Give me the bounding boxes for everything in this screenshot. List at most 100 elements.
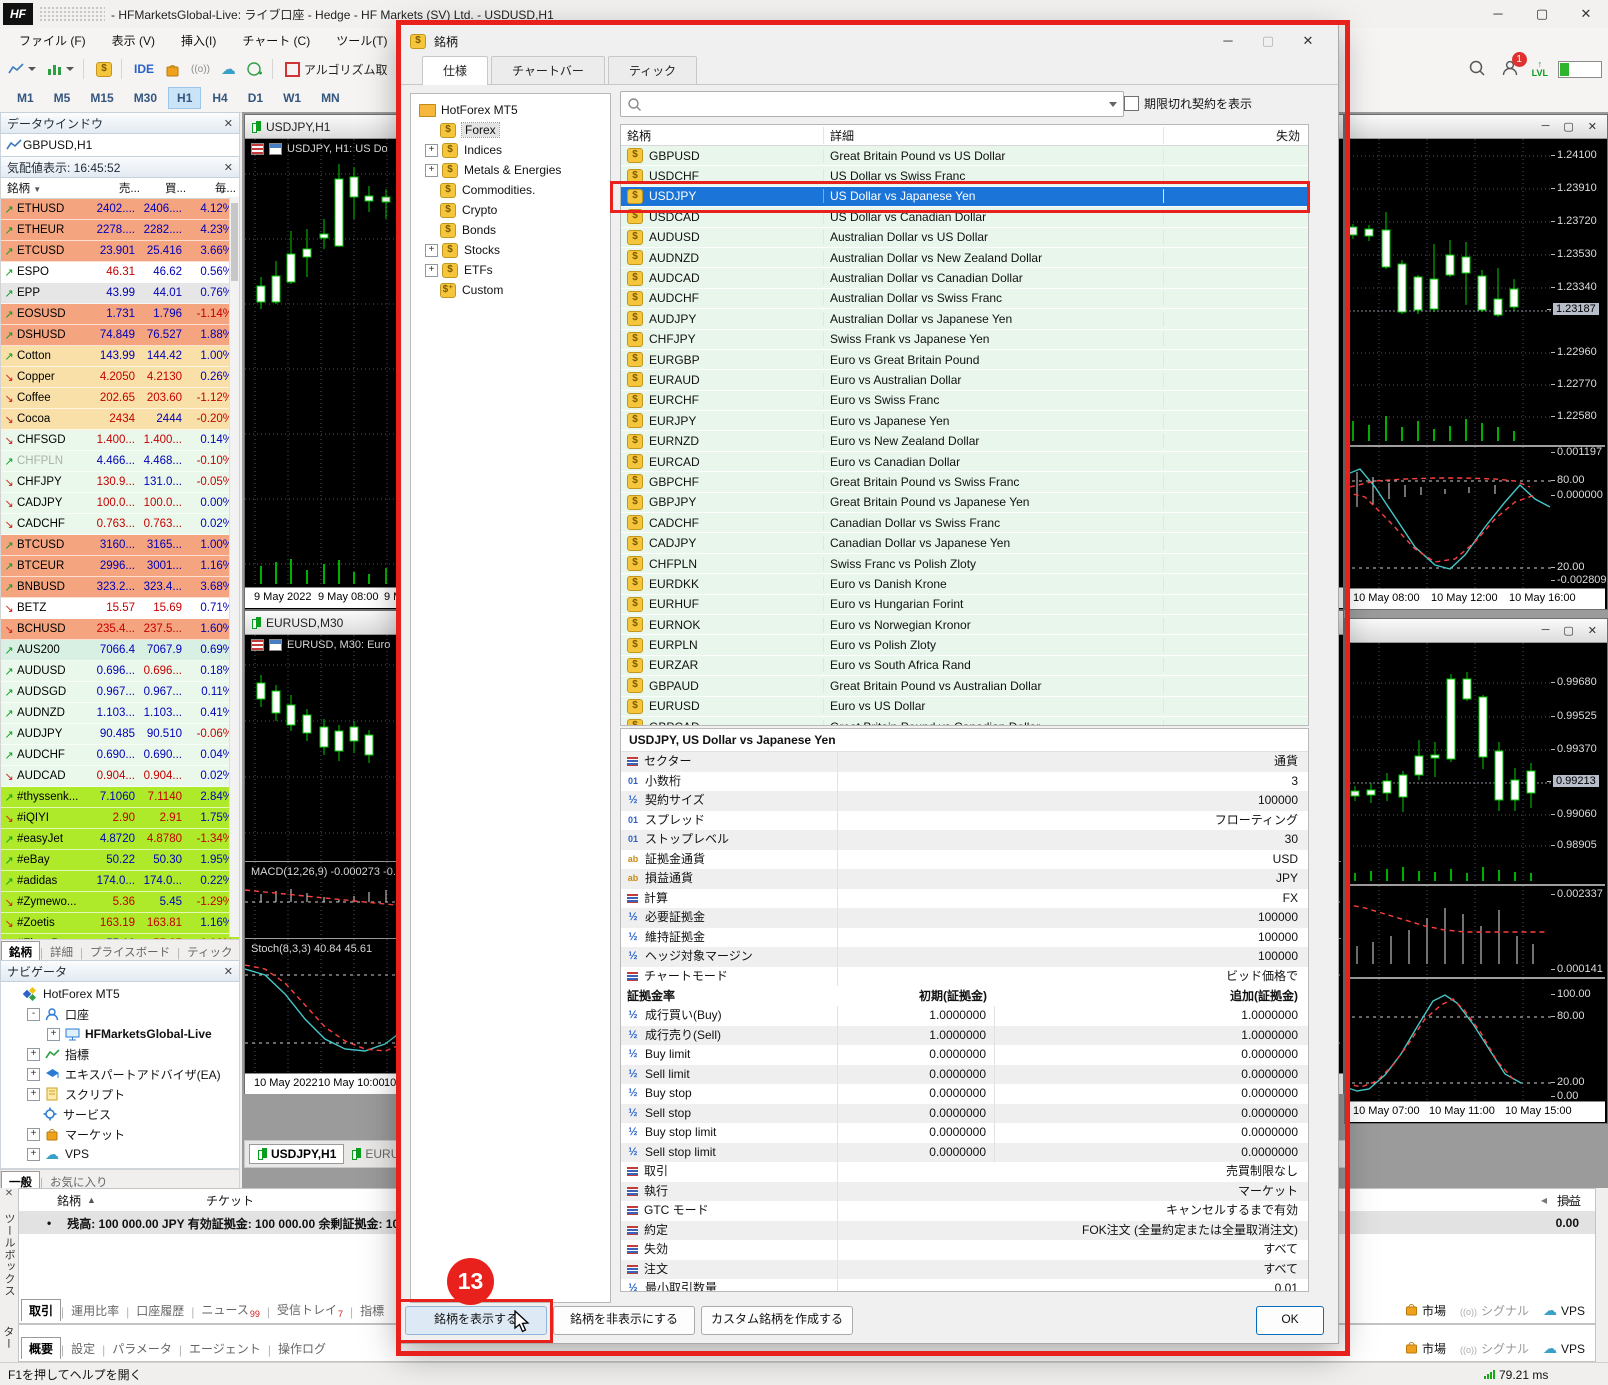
symbol-row-GBPCAD[interactable]: $GBPCADGreat Britain Pound vs Canadian D…: [621, 717, 1308, 726]
toolbox-tab-口座履歴[interactable]: 口座履歴: [129, 1300, 191, 1321]
search-icon[interactable]: [1468, 59, 1486, 80]
tree-root[interactable]: HotForex MT5: [411, 100, 610, 120]
spec-row-約定[interactable]: 約定FOK注文 (全量約定または全量取消注文): [621, 1221, 1308, 1241]
close-icon[interactable]: ✕: [1564, 1, 1608, 28]
market-watch-row-CADJPY[interactable]: ↘CADJPY100.0...100.0...0.00%: [1, 493, 239, 514]
market-watch-row-ESPO[interactable]: ↗ESPO46.3146.620.56%: [1, 262, 239, 283]
market-watch-row-AUDUSD[interactable]: ↗AUDUSD0.696...0.696...0.18%: [1, 661, 239, 682]
new-order-icon[interactable]: $: [92, 57, 116, 81]
symbol-row-CHFPLN[interactable]: $CHFPLNSwiss Franc vs Polish Zloty: [621, 554, 1308, 574]
symbol-row-AUDNZD[interactable]: $AUDNZDAustralian Dollar vs New Zealand …: [621, 248, 1308, 268]
chart-window-right-bottom-titlebar[interactable]: ─▢✕: [1345, 619, 1607, 643]
timeframe-m5[interactable]: M5: [45, 87, 80, 109]
market-watch-row-Coffee[interactable]: ↘Coffee202.65203.60-1.12%: [1, 388, 239, 409]
symbol-row-CADJPY[interactable]: $CADJPYCanadian Dollar vs Japanese Yen: [621, 533, 1308, 553]
dialog-tab-ティック[interactable]: ティック: [608, 56, 697, 84]
menu-item-チャート (C)[interactable]: チャート (C): [229, 30, 323, 52]
spec-row-取引[interactable]: 取引売買制限なし: [621, 1162, 1308, 1182]
menu-item-ツール(T)[interactable]: ツール(T): [323, 30, 400, 52]
market-watch-row-AUS200[interactable]: ↗AUS2007066.47067.90.69%: [1, 640, 239, 661]
symbol-row-CADCHF[interactable]: $CADCHFCanadian Dollar vs Swiss Franc: [621, 513, 1308, 533]
spec-row-チャートモード[interactable]: チャートモードビッド価格で: [621, 967, 1308, 987]
expand-icon[interactable]: +: [27, 1148, 40, 1161]
close-icon[interactable]: ✕: [1588, 120, 1597, 133]
market-watch-row-BNBUSD[interactable]: ↗BNBUSD323.2...323.4...3.68%: [1, 577, 239, 598]
column-symbol[interactable]: 銘柄 ▼: [1, 180, 97, 196]
link-市場[interactable]: 市場: [1405, 1340, 1446, 1357]
tree-item-Bonds[interactable]: $Bonds: [411, 220, 610, 240]
spec-row-証拠金通貨[interactable]: ab証拠金通貨USD: [621, 850, 1308, 870]
navigator-item-VPS[interactable]: +☁VPS: [1, 1144, 239, 1164]
tab-プライスボード[interactable]: プライスボード: [83, 942, 177, 962]
notifications-icon[interactable]: 1: [1500, 58, 1520, 81]
link-VPS[interactable]: ☁VPS: [1543, 1302, 1585, 1319]
market-watch-row-Cotton[interactable]: ↗Cotton143.99144.421.00%: [1, 346, 239, 367]
maximize-icon[interactable]: ▢: [1248, 27, 1288, 55]
expand-icon[interactable]: +: [47, 1028, 60, 1041]
bar-chart-icon[interactable]: [43, 57, 78, 81]
navigator-item-エキスパートアドバイザ(EA)[interactable]: +エキスパートアドバイザ(EA): [1, 1064, 239, 1084]
expand-icon[interactable]: +: [425, 244, 438, 257]
market-watch-row-CADCHF[interactable]: ↘CADCHF0.763...0.763...0.02%: [1, 514, 239, 535]
symbol-row-AUDCHF[interactable]: $AUDCHFAustralian Dollar vs Swiss Franc: [621, 289, 1308, 309]
cloud-icon[interactable]: ☁: [217, 57, 240, 81]
spec-row-Buy limit[interactable]: ½Buy limit0.00000000.0000000: [621, 1045, 1308, 1065]
close-icon[interactable]: ✕: [224, 965, 233, 978]
spec-row-注文[interactable]: 注文すべて: [621, 1260, 1308, 1280]
maximize-icon[interactable]: ▢: [1563, 120, 1573, 133]
toolbox-tab-指標[interactable]: 指標: [353, 1300, 391, 1321]
tree-item-ETFs[interactable]: +$ETFs: [411, 260, 610, 280]
market-watch-row-AUDCAD[interactable]: ↘AUDCAD0.904...0.904...0.02%: [1, 766, 239, 787]
spec-row-Sell stop limit[interactable]: ½Sell stop limit0.00000000.0000000: [621, 1143, 1308, 1163]
lvl-icon[interactable]: ↑LVL: [1532, 60, 1548, 78]
navigator-item-指標[interactable]: +指標: [1, 1044, 239, 1064]
right-top-indicator-pane[interactable]: [1345, 447, 1551, 588]
navigator-item-HotForex MT5[interactable]: HotForex MT5: [1, 984, 239, 1004]
link-市場[interactable]: 市場: [1405, 1302, 1446, 1319]
timeframe-m30[interactable]: M30: [125, 87, 166, 109]
symbol-row-AUDJPY[interactable]: $AUDJPYAustralian Dollar vs Japanese Yen: [621, 309, 1308, 329]
spec-row-セクター[interactable]: セクター通貨: [621, 752, 1308, 772]
tester-tab-パラメータ[interactable]: パラメータ: [105, 1338, 179, 1359]
symbol-row-EURDKK[interactable]: $EURDKKEuro vs Danish Krone: [621, 574, 1308, 594]
chevron-down-icon[interactable]: [1109, 102, 1117, 107]
spec-row-Sell limit[interactable]: ½Sell limit0.00000000.0000000: [621, 1065, 1308, 1085]
menu-item-ファイル (F)[interactable]: ファイル (F): [6, 30, 99, 52]
spec-row-契約サイズ[interactable]: ½契約サイズ100000: [621, 791, 1308, 811]
chart-tab-USDJPY,H1[interactable]: USDJPY,H1: [249, 1144, 344, 1164]
market-watch-row-CHFSGD[interactable]: ↘CHFSGD1.400...1.400...0.14%: [1, 430, 239, 451]
toolbox-vertical-strip[interactable]: ✕ ツールボックス: [0, 1188, 19, 1322]
expand-icon[interactable]: +: [425, 144, 438, 157]
expand-icon[interactable]: +: [425, 264, 438, 277]
data-window-header[interactable]: データウインドウ ✕: [0, 112, 240, 134]
spec-row-Buy stop[interactable]: ½Buy stop0.00000000.0000000: [621, 1084, 1308, 1104]
market-watch-row-DSHUSD[interactable]: ↗DSHUSD74.84976.5271.88%: [1, 325, 239, 346]
timeframe-mn[interactable]: MN: [312, 87, 349, 109]
timeframe-w1[interactable]: W1: [274, 87, 310, 109]
spec-row-小数桁[interactable]: 01小数桁3: [621, 772, 1308, 792]
symbol-row-EURJPY[interactable]: $EURJPYEuro vs Japanese Yen: [621, 411, 1308, 431]
navigator-header[interactable]: ナビゲータ ✕: [0, 960, 240, 982]
link-シグナル[interactable]: ((o))シグナル: [1460, 1302, 1529, 1319]
market-watch-row-CHFJPY[interactable]: ↘CHFJPY130.9...131.0...-0.05%: [1, 472, 239, 493]
market-watch-column-header[interactable]: 銘柄 ▼売...買...毎...: [0, 178, 240, 199]
minimize-icon[interactable]: ─: [1542, 120, 1550, 133]
minimize-icon[interactable]: ─: [1208, 27, 1248, 55]
toolbox-tab-ニュース[interactable]: ニュース99: [194, 1299, 266, 1321]
tree-item-Indices[interactable]: +$Indices: [411, 140, 610, 160]
navigator-item-口座[interactable]: -口座: [1, 1004, 239, 1024]
market-watch-row-#adidas[interactable]: ↗#adidas174.0...174.0...0.22%: [1, 871, 239, 892]
menu-item-挿入(I)[interactable]: 挿入(I): [168, 30, 229, 52]
symbol-row-EURNZD[interactable]: $EURNZDEuro vs New Zealand Dollar: [621, 431, 1308, 451]
spec-row-GTC モード[interactable]: GTC モードキャンセルするまで有効: [621, 1201, 1308, 1221]
market-watch-row-EOSUSD[interactable]: ↗EOSUSD1.7311.796-1.14%: [1, 304, 239, 325]
signals-icon[interactable]: ((o)): [187, 57, 214, 81]
spec-row-計算[interactable]: 計算FX: [621, 889, 1308, 909]
expand-icon[interactable]: +: [27, 1128, 40, 1141]
tester-tab-設定[interactable]: 設定: [64, 1338, 102, 1359]
tree-item-Custom[interactable]: $⁺Custom: [411, 280, 610, 300]
column-ticket[interactable]: チケット: [206, 1192, 254, 1209]
symbol-row-EURPLN[interactable]: $EURPLNEuro vs Polish Zloty: [621, 635, 1308, 655]
community-icon[interactable]: [243, 57, 267, 81]
algo-trading-icon[interactable]: [281, 57, 304, 81]
